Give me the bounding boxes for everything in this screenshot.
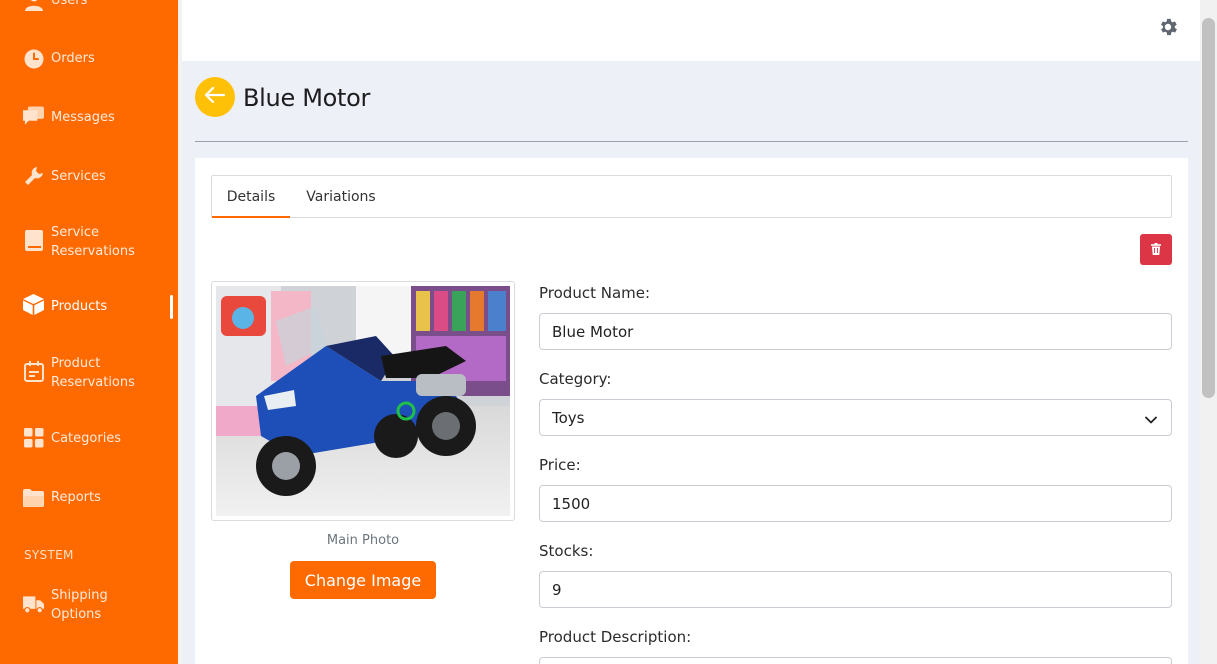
wrench-icon <box>23 165 44 186</box>
sidebar-item-products[interactable]: Products <box>0 294 178 319</box>
sidebar-item-reports[interactable]: Reports <box>0 487 178 508</box>
change-image-button[interactable]: Change Image <box>290 561 436 599</box>
sidebar-section-system: SYSTEM <box>24 548 74 562</box>
active-indicator <box>170 295 173 319</box>
product-card: Details Variations Main Photo Change Ima… <box>195 158 1188 664</box>
stocks-input[interactable]: 9 <box>539 571 1172 608</box>
stocks-value: 9 <box>552 580 562 599</box>
gear-icon[interactable] <box>1157 16 1179 38</box>
sidebar-item-label: Shipping Options <box>51 588 108 622</box>
price-label: Price: <box>539 456 581 474</box>
tab-details[interactable]: Details <box>212 176 290 218</box>
sidebar: Users Orders Messages Services Service R… <box>0 0 178 664</box>
sidebar-item-label: Orders <box>51 51 95 66</box>
sidebar-item-orders[interactable]: Orders <box>0 48 178 69</box>
box-icon <box>23 294 44 315</box>
calendar-icon <box>23 361 44 382</box>
product-photo-frame <box>211 281 515 521</box>
product-name-label: Product Name: <box>539 284 651 302</box>
sidebar-item-label: Products <box>51 299 108 314</box>
sidebar-scrollbar[interactable] <box>178 0 182 664</box>
chat-icon <box>23 105 44 126</box>
photo-caption: Main Photo <box>326 533 400 548</box>
sidebar-item-label: Users <box>51 0 88 8</box>
sidebar-item-service-reservations[interactable]: Service Reservations <box>0 222 178 262</box>
sidebar-item-users[interactable]: Users <box>0 0 178 13</box>
description-label: Product Description: <box>539 628 692 646</box>
sidebar-item-shipping-options[interactable]: Shipping Options <box>0 585 178 625</box>
delete-button[interactable] <box>1140 234 1172 265</box>
truck-icon <box>23 594 44 615</box>
tab-bar: Details Variations <box>211 175 1172 218</box>
category-select[interactable]: Toys <box>539 399 1172 436</box>
back-button[interactable] <box>195 77 235 117</box>
sidebar-item-categories[interactable]: Categories <box>0 427 178 449</box>
sidebar-item-services[interactable]: Services <box>0 166 178 187</box>
sidebar-item-label: Reports <box>51 490 101 505</box>
sidebar-item-label: Categories <box>51 431 122 446</box>
page-title: Blue Motor <box>243 84 371 112</box>
price-input[interactable]: 1500 <box>539 485 1172 522</box>
sidebar-item-messages[interactable]: Messages <box>0 105 178 128</box>
product-name-input[interactable]: Blue Motor <box>539 313 1172 350</box>
scrollbar-thumb[interactable] <box>1202 18 1215 398</box>
user-icon <box>23 0 44 11</box>
description-input[interactable] <box>539 657 1172 664</box>
sidebar-item-label: Service Reservations <box>51 225 135 259</box>
stocks-label: Stocks: <box>539 542 594 560</box>
tab-variations[interactable]: Variations <box>291 176 391 217</box>
arrow-left-icon <box>204 86 226 108</box>
grid-icon <box>23 427 44 448</box>
sidebar-item-label: Product Reservations <box>51 356 135 390</box>
product-photo <box>216 286 510 516</box>
price-value: 1500 <box>552 494 591 513</box>
topbar <box>182 0 1200 61</box>
sidebar-item-label: Messages <box>51 110 115 125</box>
trash-icon <box>1151 240 1161 259</box>
clock-icon <box>23 48 44 69</box>
chevron-down-icon <box>1145 412 1157 424</box>
category-value: Toys <box>552 408 585 427</box>
folder-icon <box>23 487 44 508</box>
sidebar-item-product-reservations[interactable]: Product Reservations <box>0 353 178 393</box>
product-name-value: Blue Motor <box>552 322 634 341</box>
book-icon <box>23 230 44 251</box>
category-label: Category: <box>539 370 612 388</box>
page-scrollbar[interactable] <box>1200 0 1217 664</box>
header-divider <box>195 141 1188 142</box>
sidebar-item-label: Services <box>51 169 106 184</box>
